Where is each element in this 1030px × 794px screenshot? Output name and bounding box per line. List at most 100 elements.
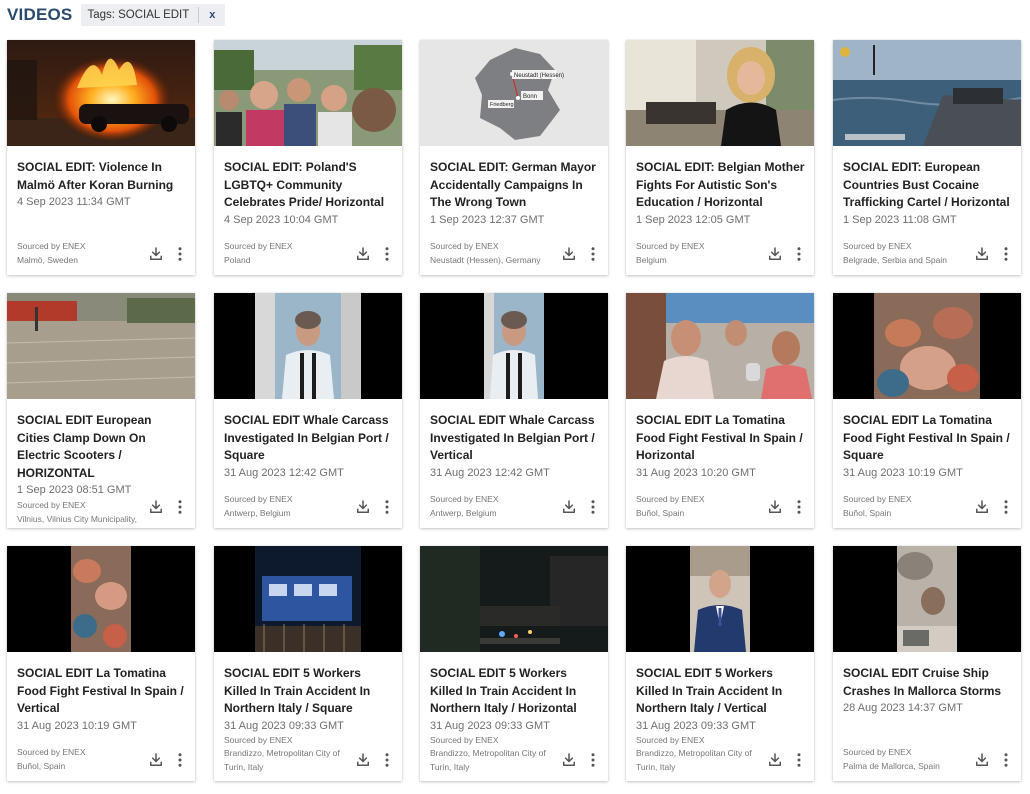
video-card[interactable]: SOCIAL EDIT: Violence In Malmö After Kor… xyxy=(7,40,195,275)
video-title[interactable]: SOCIAL EDIT La Tomatina Food Fight Festi… xyxy=(636,412,806,465)
video-thumbnail[interactable] xyxy=(7,40,195,146)
video-card[interactable]: SOCIAL EDIT Whale Carcass Investigated I… xyxy=(420,293,608,528)
video-date: 1 Sep 2023 08:51 GMT xyxy=(17,484,132,496)
video-title[interactable]: SOCIAL EDIT 5 Workers Killed In Train Ac… xyxy=(224,665,394,718)
video-thumbnail[interactable] xyxy=(626,546,814,652)
more-vertical-icon[interactable] xyxy=(380,751,394,769)
tag-filter-chip[interactable]: Tags: SOCIAL EDIT x xyxy=(81,4,226,26)
video-thumbnail[interactable] xyxy=(626,40,814,146)
download-icon[interactable] xyxy=(560,498,578,516)
video-thumbnail[interactable] xyxy=(833,546,1021,652)
video-title[interactable]: SOCIAL EDIT European Cities Clamp Down O… xyxy=(17,412,187,482)
download-icon[interactable] xyxy=(354,751,372,769)
video-card[interactable]: SOCIAL EDIT 5 Workers Killed In Train Ac… xyxy=(626,546,814,781)
more-vertical-icon[interactable] xyxy=(173,751,187,769)
more-vertical-icon[interactable] xyxy=(173,498,187,516)
video-thumbnail[interactable] xyxy=(833,293,1021,399)
more-vertical-icon[interactable] xyxy=(792,245,806,263)
video-title[interactable]: SOCIAL EDIT: European Countries Bust Coc… xyxy=(843,159,1013,212)
video-thumbnail[interactable] xyxy=(214,40,402,146)
video-title[interactable]: SOCIAL EDIT 5 Workers Killed In Train Ac… xyxy=(430,665,600,718)
video-card[interactable]: SOCIAL EDIT: European Countries Bust Coc… xyxy=(833,40,1021,275)
more-vertical-icon[interactable] xyxy=(792,751,806,769)
video-date: 28 Aug 2023 14:37 GMT xyxy=(843,702,963,714)
video-date: 1 Sep 2023 12:37 GMT xyxy=(430,213,545,226)
video-title[interactable]: SOCIAL EDIT Cruise Ship Crashes In Mallo… xyxy=(843,665,1013,700)
video-title[interactable]: SOCIAL EDIT: Poland'S LGBTQ+ Community C… xyxy=(224,159,394,212)
download-icon[interactable] xyxy=(973,751,991,769)
video-title[interactable]: SOCIAL EDIT Whale Carcass Investigated I… xyxy=(224,412,394,465)
more-vertical-icon[interactable] xyxy=(999,498,1013,516)
video-thumbnail[interactable] xyxy=(420,293,608,399)
video-thumbnail[interactable] xyxy=(626,293,814,399)
download-icon[interactable] xyxy=(766,498,784,516)
more-vertical-icon[interactable] xyxy=(173,245,187,263)
source-label: Sourced by ENEX xyxy=(17,500,86,510)
video-title[interactable]: SOCIAL EDIT: Belgian Mother Fights For A… xyxy=(636,159,806,212)
video-card[interactable]: SOCIAL EDIT La Tomatina Food Fight Festi… xyxy=(626,293,814,528)
video-date: 1 Sep 2023 11:08 GMT xyxy=(843,213,957,226)
video-title[interactable]: SOCIAL EDIT: German Mayor Accidentally C… xyxy=(430,159,600,212)
download-icon[interactable] xyxy=(766,245,784,263)
video-source: Sourced by ENEX Poland xyxy=(224,240,346,267)
download-icon[interactable] xyxy=(147,245,165,263)
video-date: 31 Aug 2023 12:42 GMT xyxy=(224,466,344,479)
video-card[interactable]: SOCIAL EDIT Whale Carcass Investigated I… xyxy=(214,293,402,528)
video-date: 31 Aug 2023 10:19 GMT xyxy=(843,466,963,479)
more-vertical-icon[interactable] xyxy=(999,751,1013,769)
video-card[interactable]: Neustadt (Hessen) Bonn Friedberg SOCIAL … xyxy=(420,40,608,275)
video-title[interactable]: SOCIAL EDIT: Violence In Malmö After Kor… xyxy=(17,159,187,194)
download-icon[interactable] xyxy=(354,498,372,516)
video-card[interactable]: SOCIAL EDIT La Tomatina Food Fight Festi… xyxy=(7,546,195,781)
more-vertical-icon[interactable] xyxy=(586,751,600,769)
video-source: Sourced by ENEX Neustadt (Hessen), Germa… xyxy=(430,240,552,267)
video-thumbnail[interactable] xyxy=(214,546,402,652)
video-thumbnail[interactable] xyxy=(7,293,195,399)
remove-tag-button[interactable]: x xyxy=(207,9,217,21)
video-title[interactable]: SOCIAL EDIT 5 Workers Killed In Train Ac… xyxy=(636,665,806,718)
video-card[interactable]: SOCIAL EDIT 5 Workers Killed In Train Ac… xyxy=(214,546,402,781)
video-date: 31 Aug 2023 09:33 GMT xyxy=(636,719,756,732)
video-location: Antwerp, Belgium xyxy=(224,507,291,518)
video-card[interactable]: SOCIAL EDIT Cruise Ship Crashes In Mallo… xyxy=(833,546,1021,781)
video-card[interactable]: SOCIAL EDIT: Poland'S LGBTQ+ Community C… xyxy=(214,40,402,275)
video-thumbnail[interactable]: Neustadt (Hessen) Bonn Friedberg xyxy=(420,40,608,146)
video-card[interactable]: SOCIAL EDIT: Belgian Mother Fights For A… xyxy=(626,40,814,275)
source-label: Sourced by ENEX xyxy=(430,494,499,504)
more-vertical-icon[interactable] xyxy=(792,498,806,516)
video-title[interactable]: SOCIAL EDIT La Tomatina Food Fight Festi… xyxy=(17,665,187,718)
more-vertical-icon[interactable] xyxy=(380,245,394,263)
video-location: Malmö, Sweden xyxy=(17,254,78,265)
video-date: 4 Sep 2023 11:34 GMT xyxy=(17,196,131,208)
video-thumbnail[interactable] xyxy=(420,546,608,652)
download-icon[interactable] xyxy=(560,751,578,769)
video-card[interactable]: SOCIAL EDIT La Tomatina Food Fight Festi… xyxy=(833,293,1021,528)
video-date: 31 Aug 2023 10:19 GMT xyxy=(17,719,137,732)
download-icon[interactable] xyxy=(973,498,991,516)
source-label: Sourced by ENEX xyxy=(636,494,705,504)
more-vertical-icon[interactable] xyxy=(999,245,1013,263)
video-title[interactable]: SOCIAL EDIT La Tomatina Food Fight Festi… xyxy=(843,412,1013,465)
video-location: Palma de Mallorca, Spain xyxy=(843,760,940,771)
download-icon[interactable] xyxy=(147,498,165,516)
video-location: Buñol, Spain xyxy=(636,507,685,518)
video-title[interactable]: SOCIAL EDIT Whale Carcass Investigated I… xyxy=(430,412,600,465)
download-icon[interactable] xyxy=(560,245,578,263)
download-icon[interactable] xyxy=(354,245,372,263)
page-header: VIDEOS Tags: SOCIAL EDIT x xyxy=(7,4,226,26)
video-date: 31 Aug 2023 09:33 GMT xyxy=(430,719,550,732)
video-thumbnail[interactable] xyxy=(7,546,195,652)
video-source: Sourced by ENEX Buñol, Spain xyxy=(17,746,139,773)
video-source: Sourced by ENEX Antwerp, Belgium xyxy=(224,493,346,520)
video-thumbnail[interactable] xyxy=(833,40,1021,146)
download-icon[interactable] xyxy=(147,751,165,769)
download-icon[interactable] xyxy=(766,751,784,769)
video-source: Sourced by ENEX Belgium xyxy=(636,240,758,267)
more-vertical-icon[interactable] xyxy=(380,498,394,516)
more-vertical-icon[interactable] xyxy=(586,245,600,263)
video-thumbnail[interactable] xyxy=(214,293,402,399)
more-vertical-icon[interactable] xyxy=(586,498,600,516)
video-card[interactable]: SOCIAL EDIT European Cities Clamp Down O… xyxy=(7,293,195,528)
download-icon[interactable] xyxy=(973,245,991,263)
video-card[interactable]: SOCIAL EDIT 5 Workers Killed In Train Ac… xyxy=(420,546,608,781)
